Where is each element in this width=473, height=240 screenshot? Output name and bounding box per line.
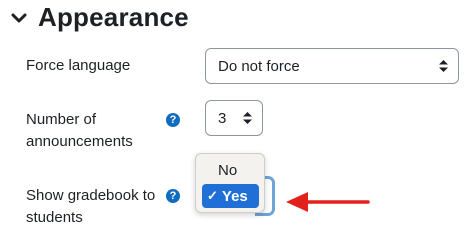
announcements-select[interactable]: 3: [205, 100, 263, 136]
gradebook-label: Show gradebook to students: [26, 185, 155, 229]
gradebook-label-line1: Show gradebook to: [26, 187, 156, 204]
section-title: Appearance: [38, 2, 189, 32]
gradebook-options-popup: No ✓ Yes: [195, 153, 265, 213]
chevron-down-icon[interactable]: [10, 9, 28, 27]
option-yes-label: Yes: [221, 187, 248, 205]
option-yes-selected[interactable]: ✓ Yes: [202, 184, 259, 208]
help-icon[interactable]: ?: [166, 113, 180, 127]
force-language-select[interactable]: Do not force: [205, 48, 459, 84]
announcements-label-line1: Number of: [26, 111, 97, 128]
updown-arrows-icon: [439, 60, 448, 72]
force-language-label: Force language: [26, 57, 131, 74]
option-no[interactable]: No: [218, 160, 237, 180]
section-header-appearance[interactable]: Appearance: [10, 2, 189, 33]
force-language-value: Do not force: [218, 57, 300, 75]
red-arrow-icon: [286, 192, 370, 212]
help-icon[interactable]: ?: [166, 189, 180, 203]
updown-arrows-icon: [243, 112, 252, 124]
gradebook-label-line2: students: [26, 209, 83, 226]
announcements-label-line2: announcements: [26, 133, 133, 150]
check-icon: ✓: [207, 188, 218, 203]
announcements-label: Number of announcements: [26, 109, 133, 153]
settings-page: Appearance Force language Do not force N…: [0, 0, 473, 240]
announcements-value: 3: [218, 109, 227, 127]
